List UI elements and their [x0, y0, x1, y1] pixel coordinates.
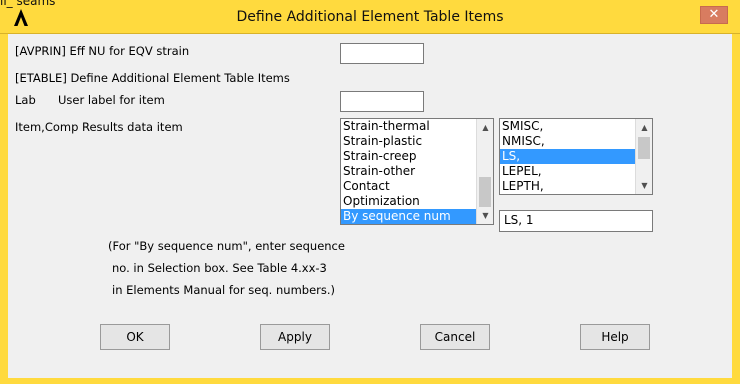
ok-button[interactable]: OK [100, 324, 170, 350]
etable-label: [ETABLE] Define Additional Element Table… [15, 71, 290, 85]
apply-button[interactable]: Apply [260, 324, 330, 350]
scroll-down-icon[interactable]: ▼ [636, 177, 652, 194]
close-button[interactable]: ✕ [700, 6, 728, 24]
comp-list-item[interactable]: NMISC, [500, 134, 652, 149]
comp-list: SMISC, NMISC, LS, LEPEL, LEPTH, [500, 119, 652, 194]
item-list-item[interactable]: Strain-thermal [341, 119, 493, 134]
avprin-label: [AVPRIN] Eff NU for EQV strain [15, 44, 190, 58]
comp-list-item[interactable]: SMISC, [500, 119, 652, 134]
item-listbox[interactable]: Strain-thermal Strain-plastic Strain-creep… [340, 118, 494, 225]
selection-input[interactable]: LS, 1 [499, 210, 653, 232]
item-list-item[interactable]: Strain-other [341, 164, 493, 179]
lab-input[interactable] [340, 91, 424, 112]
help-button[interactable]: Help [580, 324, 650, 350]
scroll-up-icon[interactable]: ▲ [636, 119, 652, 136]
comp-list-scrollbar[interactable]: ▲ ▼ [635, 119, 652, 194]
scroll-thumb[interactable] [638, 137, 650, 159]
comp-list-item[interactable]: LS, [500, 149, 652, 164]
window-frame-left [0, 34, 8, 384]
note-line-2: no. in Selection box. See Table 4.xx-3 [112, 261, 327, 275]
scroll-up-icon[interactable]: ▲ [477, 119, 493, 136]
window-frame-bottom [0, 378, 740, 384]
item-list-item[interactable]: Contact [341, 179, 493, 194]
comp-list-item[interactable]: LEPTH, [500, 179, 652, 194]
note-line-3: in Elements Manual for seq. numbers.) [112, 283, 336, 297]
title-bar[interactable]: ll_ seams Define Additional Element Tabl… [0, 0, 740, 34]
scroll-thumb[interactable] [479, 177, 491, 207]
window-frame-right [732, 34, 740, 384]
cancel-button[interactable]: Cancel [420, 324, 490, 350]
avprin-input[interactable] [340, 43, 424, 64]
note-line-1: (For "By sequence num", enter sequence [108, 239, 345, 253]
comp-list-item[interactable]: LEPEL, [500, 164, 652, 179]
item-list: Strain-thermal Strain-plastic Strain-creep… [341, 119, 493, 224]
item-list-item[interactable]: Strain-creep [341, 149, 493, 164]
item-description: Results data item [82, 120, 183, 134]
comp-listbox[interactable]: SMISC, NMISC, LS, LEPEL, LEPTH, ▲ ▼ [499, 118, 653, 195]
item-list-item[interactable]: By sequence num [341, 209, 493, 224]
scroll-down-icon[interactable]: ▼ [477, 207, 493, 224]
window-title: Define Additional Element Table Items [236, 9, 504, 25]
item-list-item[interactable]: Optimization [341, 194, 493, 209]
lab-label: Lab [15, 93, 36, 107]
close-icon: ✕ [708, 7, 720, 22]
item-list-scrollbar[interactable]: ▲ ▼ [476, 119, 493, 224]
lab-description: User label for item [58, 93, 165, 107]
item-label: Item,Comp [15, 120, 79, 134]
item-list-item[interactable]: Strain-plastic [341, 134, 493, 149]
